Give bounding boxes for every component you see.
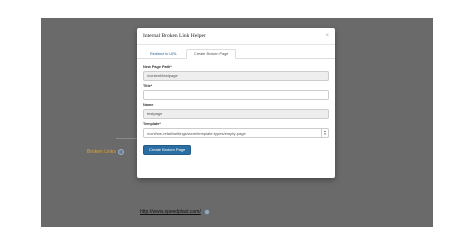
create-broken-page-button[interactable]: Create Broken Page	[143, 144, 192, 155]
page-path-label: New Page Path*	[143, 65, 172, 69]
title-label: Title*	[143, 84, 153, 88]
title-field[interactable]	[143, 90, 329, 100]
url-label[interactable]: http://www.speedplast.com/	[140, 209, 201, 215]
template-select-value: /conf/we-retail/settings/wcm/template-ty…	[147, 130, 246, 136]
url-node[interactable]: http://www.speedplast.com/	[140, 209, 210, 215]
template-label: Template*	[143, 122, 161, 126]
page-path-field[interactable]: /content/testpage	[143, 71, 329, 81]
template-select[interactable]: /conf/we-retail/settings/wcm/template-ty…	[143, 128, 329, 138]
broken-links-label: Broken Links	[87, 149, 116, 155]
name-label: Name	[143, 103, 154, 107]
broken-link-helper-modal: Internal Broken Link Helper × Redirect t…	[137, 28, 335, 178]
name-field[interactable]: testpage	[143, 109, 329, 119]
modal-header: Internal Broken Link Helper ×	[137, 28, 335, 45]
modal-title: Internal Broken Link Helper	[143, 33, 206, 39]
broken-links-circle[interactable]	[117, 149, 124, 155]
broken-links-node[interactable]: Broken Links	[87, 149, 124, 155]
close-icon[interactable]: ×	[325, 33, 329, 39]
select-arrows-icon: ▲ ▼	[321, 129, 328, 137]
url-circle[interactable]	[203, 209, 210, 215]
tab-create-broken-page[interactable]: Create Broken Page	[186, 49, 237, 59]
modal-tabs: Redirect to URL Create Broken Page	[137, 45, 335, 59]
create-broken-page-form: New Page Path* /content/testpage Title* …	[137, 59, 335, 159]
tab-redirect-to-url[interactable]: Redirect to URL	[143, 50, 184, 58]
